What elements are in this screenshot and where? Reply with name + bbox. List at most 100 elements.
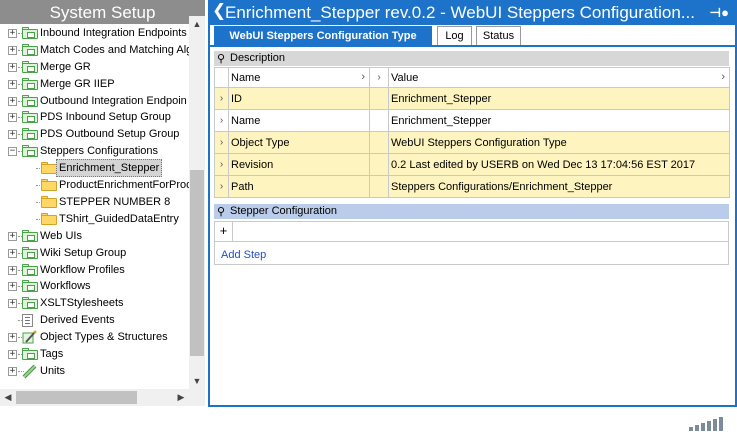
row-value[interactable]: WebUI Steppers Configuration Type bbox=[388, 131, 730, 154]
row-spacer bbox=[369, 87, 389, 110]
column-header-name[interactable]: Name › bbox=[228, 67, 370, 88]
scroll-up-arrow-icon[interactable]: ▲ bbox=[189, 16, 205, 32]
tree-vertical-scrollbar[interactable]: ▲ ▼ bbox=[189, 16, 205, 389]
expand-icon[interactable]: + bbox=[8, 45, 17, 55]
folder-icon bbox=[22, 94, 38, 107]
row-expand-icon[interactable]: › bbox=[214, 87, 229, 110]
folder-icon bbox=[22, 246, 38, 259]
description-section-header[interactable]: ⚲ Description bbox=[214, 51, 729, 66]
tab-log[interactable]: Log bbox=[437, 26, 472, 45]
row-name: Name bbox=[228, 109, 370, 132]
tree-item[interactable]: + Tags bbox=[0, 346, 189, 363]
add-row-plus-button[interactable]: + bbox=[215, 222, 233, 241]
folder-icon bbox=[22, 145, 38, 158]
table-row[interactable]: › Revision 0.2 Last edited by USERB on Wed… bbox=[214, 153, 730, 176]
expand-icon[interactable]: + bbox=[8, 231, 17, 241]
tree-item[interactable]: + Object Types & Structures bbox=[0, 329, 189, 346]
hscroll-thumb[interactable] bbox=[16, 391, 137, 404]
row-expand-icon[interactable]: › bbox=[214, 109, 229, 132]
folder-icon bbox=[22, 297, 38, 310]
expand-icon[interactable]: + bbox=[8, 96, 17, 106]
row-expand-icon[interactable]: › bbox=[214, 175, 229, 198]
tree-item[interactable]: + Outbound Integration Endpoin bbox=[0, 93, 189, 110]
expand-icon[interactable]: + bbox=[8, 265, 17, 275]
section-pin-icon[interactable]: ⚲ bbox=[217, 205, 225, 219]
tree-item[interactable]: STEPPER NUMBER 8 bbox=[0, 194, 189, 211]
scroll-left-arrow-icon[interactable]: ◀ bbox=[0, 389, 16, 406]
row-value[interactable]: 0.2 Last edited by USERB on Wed Dec 13 1… bbox=[388, 153, 730, 176]
expand-icon[interactable]: + bbox=[8, 79, 17, 89]
table-row[interactable]: › Name Enrichment_Stepper bbox=[214, 109, 730, 132]
tree-item[interactable]: + Inbound Integration Endpoints bbox=[0, 25, 189, 42]
row-value[interactable]: Enrichment_Stepper bbox=[388, 87, 730, 110]
collapse-icon[interactable]: − bbox=[8, 147, 17, 157]
tree-item[interactable]: + Merge GR bbox=[0, 59, 189, 76]
tree-item[interactable]: Derived Events bbox=[0, 312, 189, 329]
folder-icon bbox=[22, 348, 38, 360]
column-header-value[interactable]: Value › bbox=[388, 67, 730, 88]
scroll-right-arrow-icon[interactable]: ▶ bbox=[173, 389, 189, 406]
header-spacer bbox=[214, 67, 229, 88]
expand-icon[interactable]: + bbox=[8, 113, 17, 123]
folder-icon bbox=[22, 111, 38, 124]
row-expand-icon[interactable]: › bbox=[214, 153, 229, 176]
tree-item[interactable]: + Units bbox=[0, 363, 189, 380]
tree-item[interactable]: + PDS Outbound Setup Group bbox=[0, 126, 189, 143]
expand-icon[interactable]: + bbox=[8, 248, 17, 258]
expand-icon[interactable]: + bbox=[8, 333, 17, 343]
chevron-right-icon[interactable]: › bbox=[361, 71, 365, 83]
expand-icon[interactable]: + bbox=[8, 130, 17, 140]
folder-icon bbox=[41, 162, 57, 175]
expand-icon[interactable]: + bbox=[8, 299, 17, 309]
tree-item[interactable]: + Workflow Profiles bbox=[0, 262, 189, 279]
folder-icon bbox=[22, 229, 38, 242]
pin-icon[interactable]: ⊣● bbox=[709, 5, 729, 21]
connection-signal-icon bbox=[689, 415, 729, 431]
tab-status[interactable]: Status bbox=[476, 26, 521, 45]
tree-item[interactable]: ProductEnrichmentForProd bbox=[0, 177, 189, 194]
tree-horizontal-scrollbar[interactable]: ◀ ▶ bbox=[0, 389, 205, 406]
expand-icon[interactable]: + bbox=[8, 350, 17, 359]
tree-item[interactable]: + Match Codes and Matching Alg bbox=[0, 42, 189, 59]
row-expand-icon[interactable]: › bbox=[214, 131, 229, 154]
tree-item[interactable]: + Wiki Setup Group bbox=[0, 245, 189, 262]
section-pin-icon[interactable]: ⚲ bbox=[217, 52, 225, 66]
tree-item-label: Workflow Profiles bbox=[40, 263, 125, 276]
table-row[interactable]: › ID Enrichment_Stepper bbox=[214, 87, 730, 110]
tree-item-label: Units bbox=[40, 364, 66, 377]
stepper-configuration-list: + bbox=[214, 221, 729, 242]
scroll-thumb[interactable] bbox=[190, 170, 204, 356]
units-ruler-icon bbox=[22, 364, 37, 379]
scroll-down-arrow-icon[interactable]: ▼ bbox=[189, 373, 205, 389]
row-name: Object Type bbox=[228, 131, 370, 154]
tree-item[interactable]: + XSLTStylesheets bbox=[0, 295, 189, 312]
tree-item[interactable]: Enrichment_Stepper bbox=[0, 159, 189, 178]
table-row[interactable]: › Path Steppers Configurations/Enrichment_… bbox=[214, 175, 730, 198]
tree-item[interactable]: + Web UIs bbox=[0, 228, 189, 245]
row-name: Revision bbox=[228, 153, 370, 176]
table-row[interactable]: › Object Type WebUI Steppers Configuration… bbox=[214, 131, 730, 154]
expand-icon[interactable]: + bbox=[8, 62, 17, 72]
tree-item-label: Merge GR bbox=[40, 60, 91, 73]
tree-item[interactable]: + Merge GR IIEP bbox=[0, 76, 189, 93]
folder-icon bbox=[22, 280, 38, 293]
tree-item[interactable]: + PDS Inbound Setup Group bbox=[0, 109, 189, 126]
row-spacer bbox=[369, 109, 389, 132]
chevron-right-icon[interactable]: › bbox=[369, 67, 389, 88]
row-spacer bbox=[369, 153, 389, 176]
stepper-configuration-section-header[interactable]: ⚲ Stepper Configuration bbox=[214, 204, 729, 219]
expand-icon[interactable]: + bbox=[8, 282, 17, 292]
expand-icon[interactable]: + bbox=[8, 366, 17, 376]
tree-item[interactable]: TShirt_GuidedDataEntry bbox=[0, 211, 189, 228]
tree-item[interactable]: − Steppers Configurations bbox=[0, 143, 189, 160]
chevron-right-icon[interactable]: › bbox=[721, 71, 725, 83]
add-step-link[interactable]: Add Step bbox=[221, 249, 266, 261]
tree-item[interactable]: + Workflows bbox=[0, 278, 189, 295]
tree-item-label: Wiki Setup Group bbox=[40, 246, 127, 259]
row-value[interactable]: Steppers Configurations/Enrichment_Stepp… bbox=[388, 175, 730, 198]
tab-webui-steppers-configuration-type[interactable]: WebUI Steppers Configuration Type bbox=[214, 26, 432, 45]
folder-icon bbox=[41, 195, 57, 208]
expand-icon[interactable]: + bbox=[8, 28, 17, 38]
row-value[interactable]: Enrichment_Stepper bbox=[388, 109, 730, 132]
folder-icon bbox=[22, 43, 38, 56]
